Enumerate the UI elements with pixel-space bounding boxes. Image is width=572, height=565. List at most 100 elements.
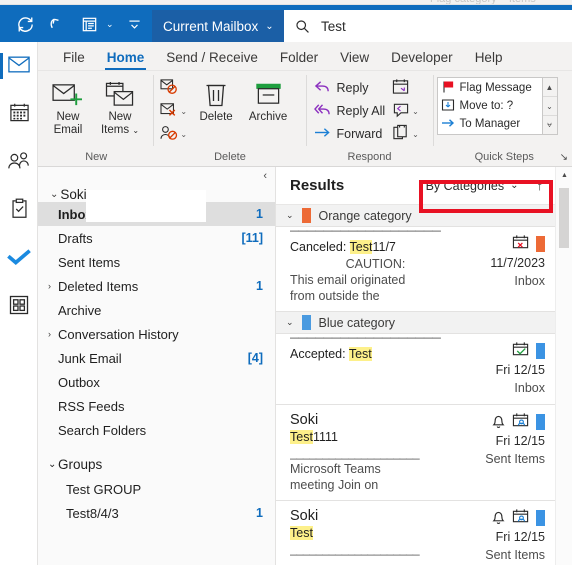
quick-steps-dialog-launcher[interactable]: ↘ xyxy=(560,152,568,163)
chevron-down-icon[interactable]: ⌄ xyxy=(180,107,187,116)
account-name: Soki xyxy=(60,187,87,202)
folder-item-deleted-items[interactable]: › Deleted Items 1 xyxy=(38,274,275,298)
tab-send-receive[interactable]: Send / Receive xyxy=(155,48,269,70)
scrollbar-track[interactable] xyxy=(558,184,570,565)
quick-steps-scroll-down-button[interactable]: ⌄ xyxy=(542,96,557,115)
quick-step-flag-message[interactable]: Flag Message xyxy=(441,79,542,97)
folder-item-sent-items[interactable]: Sent Items xyxy=(38,250,275,274)
twisty-icon[interactable]: › xyxy=(48,281,51,291)
sort-direction-icon[interactable]: ↑ xyxy=(537,178,544,193)
new-email-button[interactable]: New Email xyxy=(42,75,94,137)
folder-name: Sent Items xyxy=(58,254,121,270)
sort-by-dropdown[interactable]: By Categories ⌄ xyxy=(426,179,519,193)
message-list-scrollbar[interactable]: ▲ xyxy=(555,167,572,565)
tab-developer[interactable]: Developer xyxy=(380,48,464,70)
search-scope-selector[interactable]: Current Mailbox ⌄ xyxy=(152,10,285,42)
reply-icon xyxy=(314,79,331,97)
reply-all-button[interactable]: Reply All xyxy=(310,100,390,122)
forward-label: Forward xyxy=(336,127,383,141)
collapse-folder-pane-button[interactable]: ‹ xyxy=(263,170,267,182)
folder-item-junk-email[interactable]: Junk Email [4] xyxy=(38,346,275,370)
message-folder: Inbox xyxy=(514,381,545,395)
print-preview-icon[interactable] xyxy=(78,13,100,35)
ribbon-group-quick-steps-title: Quick Steps xyxy=(474,151,534,163)
meeting-request-icon xyxy=(512,412,530,432)
message-preview-line: This email originated xyxy=(290,273,406,287)
chevron-down-icon[interactable]: ⌄ xyxy=(180,130,187,139)
delete-button[interactable]: Delete xyxy=(190,75,242,124)
undo-icon[interactable] xyxy=(46,13,68,35)
clean-up-button[interactable]: ⌄ xyxy=(157,100,190,122)
scrollbar-thumb[interactable] xyxy=(559,188,569,248)
tab-help[interactable]: Help xyxy=(464,48,514,70)
rail-item-people[interactable] xyxy=(0,138,38,186)
refresh-icon[interactable] xyxy=(14,13,36,35)
category-header-orange[interactable]: ⌄ Orange category xyxy=(276,205,555,227)
twisty-icon[interactable]: › xyxy=(48,329,51,339)
folder-item-conversation-history[interactable]: › Conversation History xyxy=(38,322,275,346)
folder-pane: ‹ ⌄ Soki Inbox 1 Drafts [11] Sent Items … xyxy=(38,167,276,565)
chevron-down-icon[interactable]: ⌄ xyxy=(412,107,419,116)
folder-item-outbox[interactable]: Outbox xyxy=(38,370,275,394)
folder-item-drafts[interactable]: Drafts [11] xyxy=(38,226,275,250)
message-list-item[interactable]: ────────────────── Accepted: Test Fri 12… xyxy=(276,334,555,405)
message-list-item[interactable]: Soki Test1111 ____________________ Micro… xyxy=(276,405,555,501)
junk-icon xyxy=(160,125,178,144)
group-item-test-group[interactable]: Test GROUP xyxy=(38,477,275,501)
new-items-icon xyxy=(104,78,136,111)
message-list-item[interactable]: ────────────────── Canceled: Test11/7 CA… xyxy=(276,227,555,312)
rail-item-tasks[interactable] xyxy=(0,186,38,234)
new-items-button[interactable]: New Items ⌄ xyxy=(94,75,146,137)
meeting-reply-button[interactable] xyxy=(389,77,422,99)
message-list: Results By Categories ⌄ ↑ ⌄ Orange categ… xyxy=(276,167,555,565)
reply-button[interactable]: Reply xyxy=(310,77,390,99)
forward-icon xyxy=(314,125,331,143)
rail-item-more-apps[interactable] xyxy=(0,282,38,330)
search-input[interactable]: Test xyxy=(284,10,572,42)
archive-button[interactable]: Archive xyxy=(242,75,294,124)
calendar-icon xyxy=(9,102,30,126)
forward-button[interactable]: Forward xyxy=(310,123,390,145)
group-item-test843[interactable]: Test8/4/3 1 xyxy=(38,501,275,525)
rail-item-todo[interactable] xyxy=(0,234,38,282)
ribbon-group-new: New Email New Items ⌄ New xyxy=(42,71,150,166)
message-list-sort-controls: By Categories ⌄ ↑ xyxy=(426,178,543,193)
scroll-up-button[interactable]: ▲ xyxy=(556,167,572,184)
groups-header[interactable]: ⌄ Groups xyxy=(38,451,275,477)
message-subject: Accepted: Test xyxy=(290,347,372,361)
ribbon-group-delete-title: Delete xyxy=(214,151,246,163)
ribbon-group-new-title: New xyxy=(85,151,108,163)
mail-icon xyxy=(8,56,30,76)
category-header-blue[interactable]: ⌄ Blue category xyxy=(276,312,555,334)
im-reply-button[interactable]: ⌄ xyxy=(389,100,422,122)
module-rail xyxy=(0,42,38,565)
customize-toolbar-icon[interactable] xyxy=(124,13,146,35)
quick-steps-scroll-buttons: ▲ ⌄ ⩝ xyxy=(542,77,558,135)
message-sender: Soki xyxy=(290,508,319,524)
quick-steps-more-button[interactable]: ⩝ xyxy=(542,115,557,134)
folder-item-rss-feeds[interactable]: RSS Feeds xyxy=(38,394,275,418)
tab-home[interactable]: Home xyxy=(96,48,156,70)
rail-item-mail[interactable] xyxy=(0,42,38,90)
tab-folder[interactable]: Folder xyxy=(269,48,329,70)
more-respond-button[interactable]: ⌄ xyxy=(389,123,422,145)
print-dropdown-caret[interactable]: ⌄ xyxy=(106,19,114,30)
tab-file[interactable]: File xyxy=(52,48,96,70)
folder-item-search-folders[interactable]: Search Folders xyxy=(38,418,275,442)
folder-count: 1 xyxy=(256,279,263,293)
quick-step-to-manager[interactable]: To Manager xyxy=(441,115,542,133)
rail-item-calendar[interactable] xyxy=(0,90,38,138)
message-date: Fri 12/15 xyxy=(495,363,545,377)
ignore-button[interactable] xyxy=(157,77,190,99)
reply-all-label: Reply All xyxy=(336,104,386,118)
quick-step-move-to[interactable]: Move to: ? xyxy=(441,97,542,115)
message-list-item[interactable]: Soki Test ____________________ Fri 12/15… xyxy=(276,501,555,565)
quick-steps-scroll-up-button[interactable]: ▲ xyxy=(543,78,557,96)
chevron-down-icon[interactable]: ⌄ xyxy=(412,130,419,139)
folder-item-archive[interactable]: Archive xyxy=(38,298,275,322)
folder-name: Search Folders xyxy=(58,422,147,438)
ribbon: New Email New Items ⌄ New ⌄ ⌄ Delete Arc… xyxy=(38,71,572,167)
junk-button[interactable]: ⌄ xyxy=(157,123,190,145)
tab-view[interactable]: View xyxy=(329,48,380,70)
message-preview-line: from outside the xyxy=(290,289,380,303)
